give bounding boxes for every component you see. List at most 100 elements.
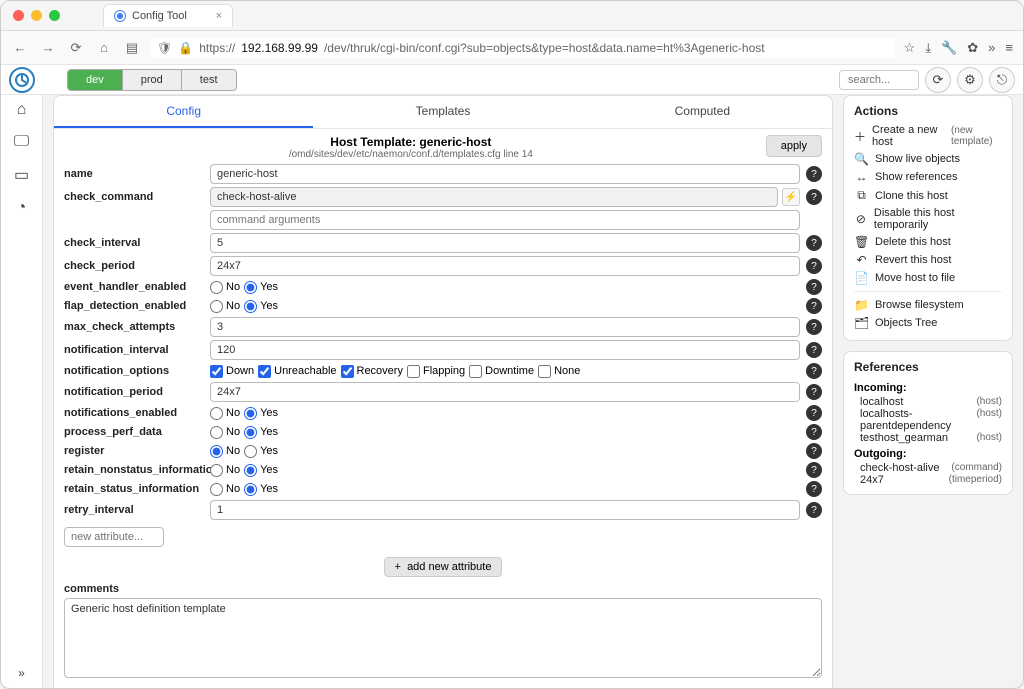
wizard-icon[interactable]: ⚡	[782, 188, 800, 206]
name-input[interactable]	[210, 164, 800, 184]
reference-item[interactable]: testhost_gearman(host)	[854, 432, 1002, 444]
retry_interval-input[interactable]	[210, 500, 800, 520]
tab-config[interactable]: Config	[54, 96, 313, 128]
notification_options-none[interactable]: None	[538, 365, 580, 378]
bookmark-icon[interactable]: ☆	[904, 40, 916, 56]
action-icon: ↶	[854, 253, 869, 267]
action-objects-tree[interactable]: 🗂Objects Tree	[854, 314, 1002, 332]
help-icon[interactable]: ?	[806, 502, 822, 518]
action-revert-this-host[interactable]: ↶Revert this host	[854, 251, 1002, 269]
help-icon[interactable]: ?	[806, 424, 822, 440]
env-tab-test[interactable]: test	[182, 70, 236, 90]
check_period-input[interactable]	[210, 256, 800, 276]
notifications_enabled-yes[interactable]: Yes	[244, 407, 278, 420]
rail-reports-icon[interactable]: ▭	[14, 165, 29, 185]
nav-back-icon[interactable]: ←	[11, 40, 29, 55]
window-zoom-icon[interactable]	[49, 10, 60, 21]
notification_period-input[interactable]	[210, 382, 800, 402]
notification_options-downtime[interactable]: Downtime	[469, 365, 534, 378]
action-show-live-objects[interactable]: 🔍Show live objects	[854, 150, 1002, 168]
action-browse-filesystem[interactable]: 📁Browse filesystem	[854, 296, 1002, 314]
nav-home-icon[interactable]: ⌂	[95, 40, 113, 55]
rail-monitor-icon[interactable]: 🖵	[14, 133, 29, 151]
reference-item[interactable]: check-host-alive(command)	[854, 462, 1002, 474]
help-icon[interactable]: ?	[806, 235, 822, 251]
nav-reader-icon[interactable]: ▤	[123, 40, 141, 56]
reference-item[interactable]: localhost(host)	[854, 396, 1002, 408]
tab-close-icon[interactable]: ×	[216, 10, 222, 22]
help-icon[interactable]: ?	[806, 443, 822, 459]
notifications_enabled-no[interactable]: No	[210, 407, 240, 420]
check_command-args-input[interactable]	[210, 210, 800, 230]
check_command-input[interactable]	[210, 187, 778, 207]
help-icon[interactable]: ?	[806, 319, 822, 335]
help-icon[interactable]: ?	[806, 363, 822, 379]
settings-button[interactable]: ⚙	[957, 67, 983, 93]
comments-textarea[interactable]	[64, 598, 822, 678]
retain_nonstatus_information-no[interactable]: No	[210, 464, 240, 477]
help-icon[interactable]: ?	[806, 258, 822, 274]
wrench-icon[interactable]: 🔧	[941, 40, 957, 56]
max_check_attempts-input[interactable]	[210, 317, 800, 337]
app-logo-icon[interactable]	[9, 67, 35, 93]
process_perf_data-no[interactable]: No	[210, 426, 240, 439]
event_handler_enabled-no[interactable]: No	[210, 281, 240, 294]
extension-icon[interactable]: ✿	[967, 40, 978, 56]
register-yes[interactable]: Yes	[244, 445, 278, 458]
help-icon[interactable]: ?	[806, 342, 822, 358]
nav-forward-icon[interactable]: →	[39, 40, 57, 55]
nav-reload-icon[interactable]: ⟳	[67, 40, 85, 56]
logout-button[interactable]: ⎋	[989, 67, 1015, 93]
env-tab-dev[interactable]: dev	[68, 70, 123, 90]
menu-icon[interactable]: ≡	[1005, 40, 1013, 56]
add-attribute-button[interactable]: + add new attribute	[384, 557, 503, 577]
retain_nonstatus_information-yes[interactable]: Yes	[244, 464, 278, 477]
url-bar[interactable]: 🛡 🔒 https://192.168.99.99/dev/thruk/cgi-…	[151, 38, 894, 58]
apply-top-button[interactable]: apply	[766, 135, 822, 157]
help-icon[interactable]: ?	[806, 481, 822, 497]
window-close-icon[interactable]	[13, 10, 24, 21]
help-icon[interactable]: ?	[806, 405, 822, 421]
rail-expand-icon[interactable]: »	[18, 666, 25, 680]
register-no[interactable]: No	[210, 445, 240, 458]
search-input[interactable]	[839, 70, 919, 90]
action-clone-this-host[interactable]: ⧉Clone this host	[854, 186, 1002, 205]
help-icon[interactable]: ?	[806, 279, 822, 295]
notification_options-down[interactable]: Down	[210, 365, 254, 378]
notification_options-recovery[interactable]: Recovery	[341, 365, 403, 378]
action-disable-this-host-temporarily[interactable]: ⊘Disable this host temporarily	[854, 205, 1002, 233]
retain_status_information-yes[interactable]: Yes	[244, 483, 278, 496]
help-icon[interactable]: ?	[806, 166, 822, 182]
help-icon[interactable]: ?	[806, 298, 822, 314]
action-create-a-new-host[interactable]: ＋Create a new host(new template)	[854, 122, 1002, 150]
refresh-button[interactable]: ⟳	[925, 67, 951, 93]
window-minimize-icon[interactable]	[31, 10, 42, 21]
help-icon[interactable]: ?	[806, 462, 822, 478]
flap_detection_enabled-no[interactable]: No	[210, 300, 240, 313]
help-icon[interactable]: ?	[806, 189, 822, 205]
reference-item[interactable]: localhosts-parentdependency(host)	[854, 408, 1002, 432]
check_interval-input[interactable]	[210, 233, 800, 253]
help-icon[interactable]: ?	[806, 384, 822, 400]
action-show-references[interactable]: ↔Show references	[854, 168, 1002, 186]
notification_options-unreachable[interactable]: Unreachable	[258, 365, 336, 378]
env-tab-prod[interactable]: prod	[123, 70, 182, 90]
rail-home-icon[interactable]: ⌂	[17, 101, 27, 119]
action-move-host-to-file[interactable]: 📄Move host to file	[854, 269, 1002, 287]
new-attribute-input[interactable]	[64, 527, 164, 547]
download-icon[interactable]: ⤓	[925, 40, 931, 56]
browser-tab[interactable]: Config Tool ×	[103, 4, 233, 27]
app-header: dev prod test ⟳ ⚙ ⎋	[1, 65, 1023, 95]
notification_interval-input[interactable]	[210, 340, 800, 360]
tab-templates[interactable]: Templates	[313, 96, 572, 128]
retain_status_information-no[interactable]: No	[210, 483, 240, 496]
tab-computed[interactable]: Computed	[573, 96, 832, 128]
reference-item[interactable]: 24x7(timeperiod)	[854, 474, 1002, 486]
flap_detection_enabled-yes[interactable]: Yes	[244, 300, 278, 313]
notification_options-flapping[interactable]: Flapping	[407, 365, 465, 378]
rail-gauge-icon[interactable]: ◔	[17, 199, 27, 217]
action-delete-this-host[interactable]: 🗑Delete this host	[854, 233, 1002, 251]
process_perf_data-yes[interactable]: Yes	[244, 426, 278, 439]
event_handler_enabled-yes[interactable]: Yes	[244, 281, 278, 294]
overflow-icon[interactable]: »	[988, 40, 995, 56]
